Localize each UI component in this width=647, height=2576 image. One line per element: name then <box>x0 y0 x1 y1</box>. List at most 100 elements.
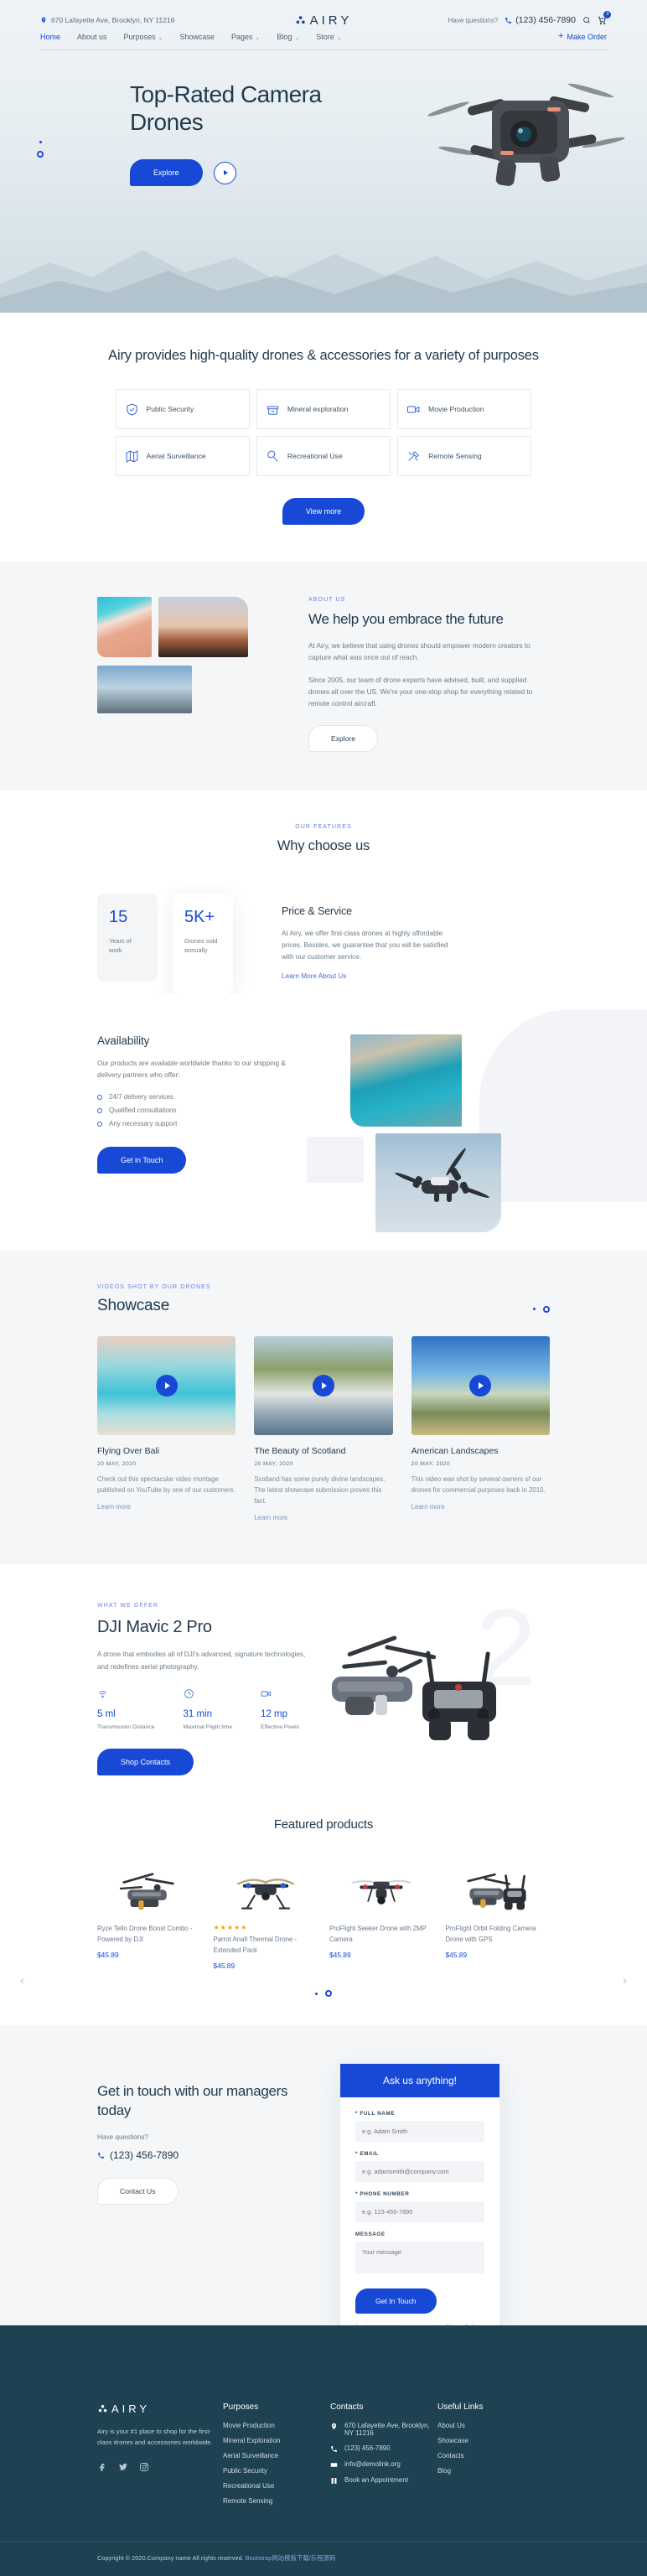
instagram-icon[interactable] <box>139 2462 149 2472</box>
purpose-card-remote-sensing[interactable]: Remote Sensing <box>397 436 532 477</box>
product-card[interactable]: ★★★★★ Parrot Anafi Thermal Drone - Exten… <box>214 1857 318 1970</box>
purpose-card-movie-production[interactable]: Movie Production <box>397 389 532 430</box>
showcase-thumbnail-bali[interactable] <box>97 1335 236 1435</box>
airy-logo-icon <box>98 2404 107 2413</box>
purpose-card-recreational-use[interactable]: Recreational Use <box>256 436 391 477</box>
nav-item-pages[interactable]: Pages <box>231 33 260 41</box>
hero-explore-button[interactable]: Explore <box>130 159 203 187</box>
phone-input[interactable] <box>355 2201 484 2223</box>
form-label-phone: * PHONE NUMBER <box>355 2191 410 2198</box>
hero-dot-2[interactable] <box>37 151 44 158</box>
product-card[interactable]: ProFlight Orbit Folding Camera Drone wit… <box>446 1857 551 1970</box>
hero-slider-dots[interactable] <box>37 141 44 158</box>
nav-item-purposes[interactable]: Purposes <box>124 33 163 41</box>
search-icon[interactable] <box>582 16 591 24</box>
view-more-button[interactable]: View more <box>282 498 365 526</box>
footer-brand[interactable]: AIRY <box>97 2402 223 2415</box>
products-slider-dots[interactable] <box>0 1990 647 1998</box>
footer-link[interactable]: Remote Sensing <box>223 2497 330 2505</box>
showcase-learn-more-link[interactable]: Learn more <box>254 1514 287 1521</box>
cart-icon[interactable]: 3 <box>598 10 611 25</box>
product-image <box>97 1857 202 1924</box>
showcase-dot-1[interactable] <box>533 1308 536 1311</box>
mail-icon <box>330 2463 338 2467</box>
product-card[interactable]: ProFlight Seeker Drone with 2MP Camera $… <box>329 1857 434 1970</box>
shop-contacts-button[interactable]: Shop Contacts <box>97 1748 194 1775</box>
footer-link[interactable]: Public Security <box>223 2467 330 2475</box>
nav-item-store[interactable]: Store <box>316 33 341 41</box>
products-title: Featured products <box>273 1817 374 1832</box>
footer-link[interactable]: Showcase <box>437 2437 545 2444</box>
showcase-learn-more-link[interactable]: Learn more <box>97 1503 131 1511</box>
products-grid: Ryze Tello Drone Boost Combo - Powered b… <box>97 1857 550 1970</box>
purpose-card-aerial-surveillance[interactable]: Aerial Surveillance <box>115 436 250 477</box>
product-price: $45.89 <box>329 1951 351 1960</box>
showcase-thumbnail-scotland[interactable] <box>254 1335 393 1435</box>
purpose-label: Recreational Use <box>287 451 343 460</box>
email-input[interactable] <box>355 2161 484 2183</box>
footer-contact-phone[interactable]: (123) 456-7890 <box>330 2444 437 2453</box>
twitter-icon[interactable] <box>118 2462 128 2472</box>
header-phone[interactable]: (123) 456-7890 <box>505 15 576 25</box>
price-title: Price & Service <box>282 904 352 917</box>
footer-contact-email[interactable]: info@demolink.org <box>330 2460 437 2469</box>
play-button[interactable] <box>312 1374 334 1397</box>
drone-illustration <box>467 1873 526 1910</box>
airy-logo-icon <box>296 16 305 24</box>
about-explore-button[interactable]: Explore <box>308 725 379 753</box>
brand-logo[interactable]: AIRY <box>295 13 353 28</box>
list-item: 24/7 delivery services <box>97 1093 307 1101</box>
nav-item-blog[interactable]: Blog <box>277 33 299 41</box>
play-button[interactable] <box>469 1374 492 1397</box>
purposes-grid: Public Security Mineral exploration Movi… <box>115 389 532 477</box>
nav-item-about-us[interactable]: About us <box>77 33 107 41</box>
carousel-next-button[interactable]: › <box>623 1973 627 1988</box>
get-in-touch-button[interactable]: Get in Touch <box>97 1147 187 1174</box>
facebook-icon[interactable] <box>97 2462 107 2472</box>
footer-book-appointment[interactable]: Book an Appointment <box>330 2476 437 2485</box>
showcase-dot-2[interactable] <box>543 1305 550 1313</box>
get-in-touch-submit-button[interactable]: Get In Touch <box>355 2288 437 2314</box>
spec-label: Transmission Distance <box>97 1723 155 1730</box>
footer-link[interactable]: Mineral Exploration <box>223 2437 330 2444</box>
about-image-clouds <box>97 666 192 714</box>
learn-more-about-us-link[interactable]: Learn More About Us <box>282 972 346 980</box>
footer-link[interactable]: Aerial Surveillance <box>223 2452 330 2459</box>
footer-link[interactable]: Recreational Use <box>223 2482 330 2490</box>
nav-item-showcase[interactable]: Showcase <box>179 33 215 41</box>
full-name-input[interactable] <box>355 2121 484 2143</box>
clock-icon <box>184 1688 194 1698</box>
showcase-title: Showcase <box>97 1296 170 1314</box>
purpose-label: Public Security <box>146 404 194 413</box>
products-dot-1[interactable] <box>315 1992 318 1995</box>
nav-item-home[interactable]: Home <box>40 33 60 41</box>
about-image-pilot <box>158 597 248 658</box>
hero-dot-1[interactable] <box>39 141 42 143</box>
contact-us-button[interactable]: Contact Us <box>97 2178 179 2205</box>
showcase-card[interactable]: The Beauty of Scotland 20 MAY, 2020 Scot… <box>254 1335 393 1524</box>
message-textarea[interactable] <box>355 2242 484 2274</box>
carousel-prev-button[interactable]: ‹ <box>20 1973 24 1988</box>
hero-play-button[interactable] <box>213 161 236 184</box>
showcase-thumbnail-american[interactable] <box>411 1335 550 1435</box>
showcase-card[interactable]: Flying Over Bali 20 MAY, 2020 Check out … <box>97 1335 236 1524</box>
book-icon <box>331 2477 337 2484</box>
copyright-link[interactable]: Bootstrap网站模板下载/乐程源码 <box>246 2554 336 2562</box>
purpose-card-public-security[interactable]: Public Security <box>115 389 250 430</box>
address-text: 670 Lafayette Ave, Brooklyn, NY 11216 <box>51 16 175 24</box>
footer-link[interactable]: Blog <box>437 2467 545 2475</box>
purpose-card-mineral-exploration[interactable]: Mineral exploration <box>256 389 391 430</box>
contact-phone[interactable]: (123) 456-7890 <box>97 2149 307 2161</box>
footer-link[interactable]: About Us <box>437 2422 545 2429</box>
showcase-card[interactable]: American Landscapes 20 MAY, 2020 This vi… <box>411 1335 550 1524</box>
footer-phone-text: (123) 456-7890 <box>344 2444 391 2452</box>
footer-link[interactable]: Contacts <box>437 2452 545 2459</box>
make-order-button[interactable]: + Make Order <box>558 32 607 41</box>
product-card[interactable]: Ryze Tello Drone Boost Combo - Powered b… <box>97 1857 202 1970</box>
showcase-slider-dots[interactable] <box>533 1305 550 1318</box>
products-dot-2[interactable] <box>325 1990 332 1998</box>
play-button[interactable] <box>155 1374 178 1397</box>
footer-link[interactable]: Movie Production <box>223 2422 330 2429</box>
showcase-learn-more-link[interactable]: Learn more <box>411 1503 445 1511</box>
shield-icon <box>126 403 137 416</box>
